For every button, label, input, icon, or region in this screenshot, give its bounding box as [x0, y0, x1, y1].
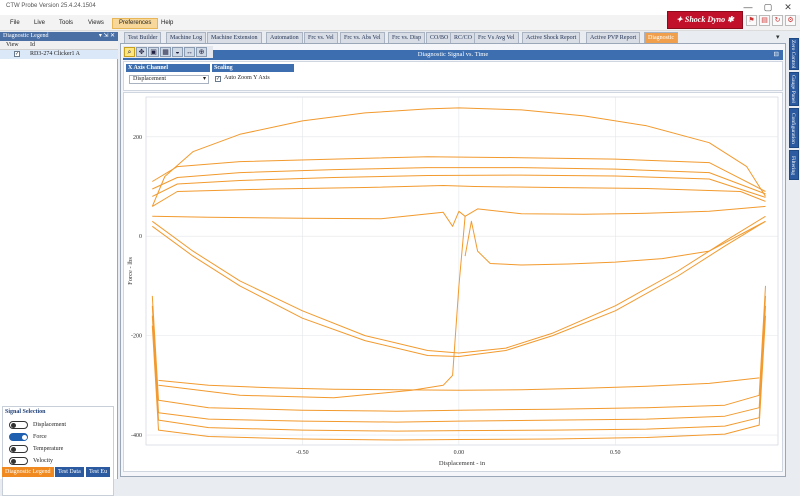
x-axis-channel-select[interactable]: Displacement ▾ [129, 75, 209, 84]
menu-live[interactable]: Live [28, 18, 51, 29]
toggle-temperature[interactable] [9, 445, 28, 453]
bottom-tab-test-data[interactable]: Test Data [55, 467, 84, 477]
chart-toolbar: ⌕ ✥ ▣ ▦ ◒ ↔ ⊕ [123, 46, 213, 58]
tab-co-bo[interactable]: CO/BO [426, 32, 453, 43]
scaling-label: Scaling [212, 64, 294, 72]
legend-panel-title: Diagnostic Legend [3, 33, 49, 39]
star-icon: ✱ [725, 15, 734, 24]
maximize-button[interactable]: ▢ [758, 2, 778, 13]
window-title: CTW Probe Version 25.4.24.1504 [6, 3, 96, 9]
main-tab-strip: Test Builder Machine Log Machine Extensi… [120, 32, 790, 43]
rail-tab-configuration[interactable]: Configuration [789, 108, 799, 148]
toggle-knob [11, 423, 16, 428]
legend-row[interactable]: ✓ RD3-274 Clicker1 A [0, 50, 118, 59]
x-axis-channel-label: X Axis Channel [126, 64, 210, 72]
tab-frc-vs-avg-vel[interactable]: Frc Vs Avg Vel [474, 32, 519, 43]
signal-label-temperature: Temperature [33, 446, 64, 452]
force-vs-displacement-chart[interactable]: -0.50 0.00 0.50 200 0 -200 -400 Displacement -… [124, 93, 782, 471]
chart-controls: X Axis Channel Displacement ▾ Scaling ✓ … [123, 61, 783, 91]
toggle-knob [11, 447, 16, 452]
panel-controls-icon[interactable]: ▾ ⇲ ✕ [99, 32, 115, 41]
image-icon[interactable]: ▣ [148, 47, 159, 57]
zoom-icon[interactable]: ⌕ [124, 47, 135, 57]
auto-zoom-checkbox[interactable]: ✓ [215, 76, 221, 82]
chart-panel-header: Diagnostic Signal vs. Time ⊟ [123, 50, 783, 60]
chevron-down-icon: ▾ [202, 76, 206, 82]
magnify-icon[interactable]: ⊕ [196, 47, 207, 57]
auto-zoom-label: Auto Zoom Y Axis [224, 75, 270, 81]
toggle-velocity[interactable] [9, 457, 28, 465]
legend-row-id: RD3-274 Clicker1 A [30, 51, 80, 57]
chart-icon[interactable]: ▦ [160, 47, 171, 57]
x-tick-label: 0.50 [610, 450, 621, 456]
tab-frc-vs-vel[interactable]: Frc vs. Vel [304, 32, 338, 43]
y-tick-label: 0 [139, 234, 142, 240]
close-button[interactable]: ✕ [778, 2, 798, 13]
signal-label-displacement: Displacement [33, 422, 66, 428]
settings-icon[interactable]: ⚙ [785, 15, 796, 26]
tab-active-shock-report[interactable]: Active Shock Report [522, 32, 581, 43]
plot-frame [145, 96, 779, 446]
col-id: Id [30, 42, 35, 48]
col-view: View [6, 42, 19, 48]
toggle-knob [22, 435, 27, 440]
fit-icon[interactable]: ◒ [172, 47, 183, 57]
refresh-icon[interactable]: ↻ [772, 15, 783, 26]
menu-preferences[interactable]: Preferences [112, 18, 159, 29]
tab-diagnostic[interactable]: Diagnostic [644, 32, 678, 43]
x-axis-label: Displacement - in [439, 460, 486, 467]
menu-tools[interactable]: Tools [53, 18, 79, 29]
toggle-displacement[interactable] [9, 421, 28, 429]
signal-selection-box: Signal Selection Displacement Force Temp… [2, 406, 114, 496]
x-axis-channel-group: X Axis Channel Displacement ▾ [126, 64, 210, 88]
expand-horizontal-icon[interactable]: ↔ [184, 47, 195, 57]
dyno-logo-icon: ✦ [676, 15, 685, 24]
chart-grid [145, 96, 779, 446]
tab-frc-vs-disp[interactable]: Frc vs. Disp [388, 32, 426, 43]
tab-active-pvp-report[interactable]: Active PVP Report [586, 32, 641, 43]
rail-tab-filtering[interactable]: Filtering [789, 150, 799, 180]
y-axis-label: Force - lbs [127, 257, 134, 285]
menu-file[interactable]: File [4, 18, 26, 29]
x-axis-channel-value: Displacement [133, 76, 166, 82]
signal-label-velocity: Velocity [33, 458, 53, 464]
diagnostic-legend-panel: Diagnostic Legend ▾ ⇲ ✕ View Id ✓ RD3-27… [0, 32, 118, 496]
tab-machine-log[interactable]: Machine Log [166, 32, 207, 43]
pin-icon[interactable]: ⊟ [774, 50, 779, 60]
toggle-force[interactable] [9, 433, 28, 441]
y-tick-label: 200 [133, 135, 142, 141]
bottom-tab-test-eu[interactable]: Test Eu [86, 467, 111, 477]
menu-help[interactable]: Help [155, 18, 179, 29]
diagnostic-content: Diagnostic Signal vs. Time ⊟ ⌕ ✥ ▣ ▦ ◒ ↔… [120, 43, 786, 477]
flag-icon[interactable]: ⚑ [746, 15, 757, 26]
shock-dyno-label: Shock Dyno [684, 15, 726, 24]
rail-tab-gauge-panel[interactable]: Gauge Panel [789, 72, 799, 106]
signal-label-force: Force [33, 434, 47, 440]
tab-automation[interactable]: Automation [266, 32, 303, 43]
shock-dyno-button[interactable]: ✦ Shock Dyno ✱ [667, 11, 743, 29]
export-icon[interactable]: ▤ [759, 15, 770, 26]
legend-row-checkbox[interactable]: ✓ [14, 51, 20, 57]
tab-frc-vs-abs-vel[interactable]: Frc vs. Abs Vel [340, 32, 385, 43]
chevron-down-icon[interactable]: ▾ [776, 33, 786, 41]
y-tick-label: -400 [131, 433, 142, 439]
y-tick-label: -200 [131, 334, 142, 340]
scaling-group: Scaling ✓ Auto Zoom Y Axis [212, 64, 294, 88]
x-tick-label: 0.00 [454, 450, 465, 456]
tab-test-builder[interactable]: Test Builder [124, 32, 162, 43]
bottom-tab-diagnostic-legend[interactable]: Diagnostic Legend [2, 467, 54, 477]
legend-panel-header: Diagnostic Legend ▾ ⇲ ✕ [0, 32, 118, 41]
tab-rc-co[interactable]: RC/CO [450, 32, 477, 43]
panel-title: Diagnostic Signal vs. Time [417, 51, 489, 58]
rail-tab-zero-control[interactable]: Zero Control [789, 38, 799, 70]
menu-views[interactable]: Views [82, 18, 110, 29]
x-tick-label: -0.50 [296, 450, 309, 456]
right-side-rail: Zero Control Gauge Panel Configuration F… [788, 32, 800, 479]
tab-machine-extension[interactable]: Machine Extension [207, 32, 262, 43]
signal-selection-title: Signal Selection [5, 409, 46, 415]
chart-area: -0.50 0.00 0.50 200 0 -200 -400 Displacement -… [123, 92, 783, 472]
pan-icon[interactable]: ✥ [136, 47, 147, 57]
legend-column-header: View Id [0, 41, 118, 50]
toggle-knob [11, 459, 16, 464]
